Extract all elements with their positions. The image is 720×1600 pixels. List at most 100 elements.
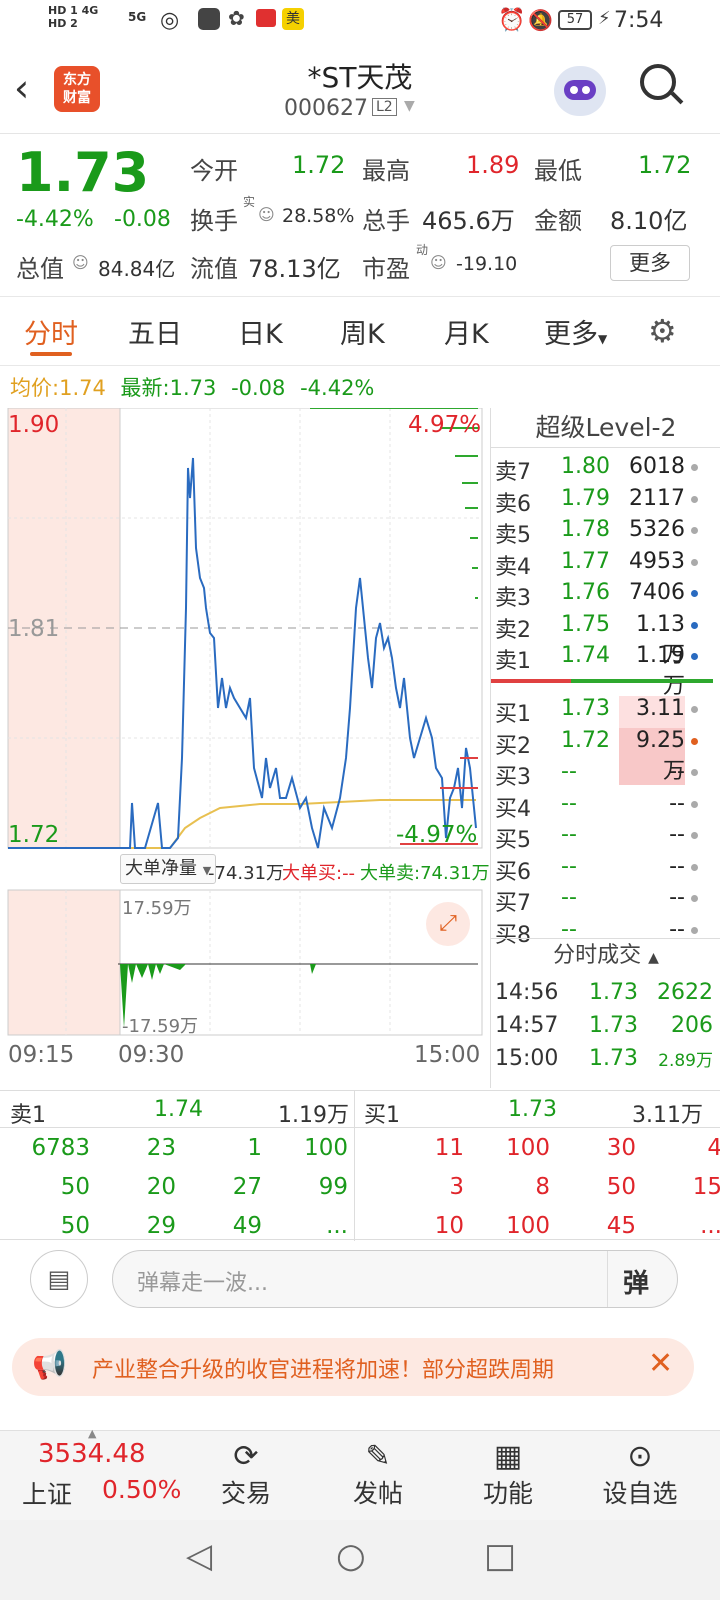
tab-five-day[interactable]: 五日 [128, 312, 182, 351]
info-icon[interactable]: ☺ [72, 253, 89, 272]
battery-level: 57 [566, 12, 584, 27]
big-buy: 大单买:-- [282, 863, 356, 884]
robot-avatar-icon[interactable] [554, 66, 606, 116]
search-icon[interactable] [640, 64, 684, 106]
buy-queue-cell: 4 [707, 1135, 720, 1161]
y-axis-mid: 1.81 [8, 616, 60, 642]
turnover-sup: 实 [243, 195, 256, 209]
app-logo[interactable]: 东方 财富 [54, 66, 100, 112]
charging-icon: ⚡ [598, 8, 611, 29]
index-name: 上证 [22, 1480, 73, 1509]
amount-value: 8.10亿 [610, 207, 688, 235]
ask-bid-divider-red [491, 679, 571, 683]
level2-panel: 超级Level-2 卖7 1.80 6018 卖6 1.79 2117 卖5 1.78 5326… [490, 408, 720, 1088]
logo-text-1: 东方 [63, 72, 91, 88]
ask-row[interactable]: 卖4 1.77 4953 [491, 549, 720, 580]
order-dot-icon [691, 464, 698, 471]
bid-volume: -- [669, 853, 685, 879]
buy-queue-cell: 3 [449, 1174, 464, 1200]
ask-label: 卖4 [495, 554, 531, 580]
collapse-icon: ▲ [648, 950, 659, 966]
nav-add-watchlist[interactable]: ⊙ 设自选 [590, 1439, 690, 1510]
system-nav-bar: ◁ ○ □ [0, 1520, 720, 1600]
settings-gear-icon[interactable]: ⚙ [648, 312, 677, 350]
tab-more[interactable]: 更多▼ [544, 312, 607, 351]
order-dot-icon [691, 863, 698, 871]
index-percent: 0.50% [102, 1475, 182, 1504]
close-icon[interactable]: ✕ [648, 1346, 673, 1381]
turnover-label: 换手 [190, 207, 238, 235]
bid-row[interactable]: 买2 1.72 9.25万 [491, 727, 720, 785]
more-button[interactable]: 更多 [610, 245, 690, 281]
bid-row[interactable]: 买7 -- -- [491, 885, 720, 916]
ask-row[interactable]: 卖3 1.76 7406 [491, 580, 720, 611]
buy-queue-cell: 11 [434, 1135, 464, 1161]
y-axis-top: 1.90 [8, 412, 60, 438]
ask-row[interactable]: 卖5 1.78 5326 [491, 517, 720, 548]
bid-row[interactable]: 买11.733.11万 [491, 696, 720, 753]
ask-volume: 2117 [629, 485, 685, 511]
ask-label: 卖6 [495, 491, 531, 517]
ask-price: 1.74 [561, 643, 610, 668]
info-icon[interactable]: ☺ [430, 253, 447, 272]
dropdown-icon[interactable]: ▼ [404, 98, 415, 114]
alarm-icon: ⏰ [498, 8, 526, 33]
trades-header[interactable]: 分时成交 ▲ [491, 938, 720, 972]
bid-row[interactable]: 买3 -- -- [491, 759, 720, 790]
trade-time: 14:56 [495, 980, 559, 1005]
low-value: 1.72 [638, 151, 692, 179]
edit-icon: ✎ [365, 1439, 391, 1474]
ask-row[interactable]: 卖1 1.74 1.19万 [491, 643, 720, 699]
back-arrow-icon[interactable]: ‹ [14, 66, 29, 110]
intraday-chart[interactable]: 1.90 1.81 1.72 4.97% -4.97% 大单净量 ▼ -74.3… [0, 408, 490, 1088]
tab-intraday[interactable]: 分时 [24, 312, 78, 351]
note-icon[interactable]: ▤ [30, 1250, 88, 1308]
trade-price: 1.73 [589, 980, 638, 1005]
change-amount: -0.08 [114, 207, 171, 232]
home-circle-icon[interactable]: ○ [336, 1536, 366, 1576]
bid-row[interactable]: 买6 -- -- [491, 853, 720, 885]
latest-label: 最新: [120, 376, 170, 400]
y-axis-bottom: 1.72 [8, 822, 60, 848]
pe-value: -19.10 [456, 253, 518, 275]
tab-daily-k[interactable]: 日K [238, 312, 283, 351]
battery-icon: 57 [558, 10, 592, 30]
trade-time: 14:57 [495, 1013, 559, 1038]
ask-row[interactable]: 卖6 1.79 2117 [491, 485, 720, 517]
sell-queue-cell: 1 [247, 1135, 262, 1161]
order-dot-icon [691, 706, 698, 713]
sell-queue-cell: 29 [146, 1213, 176, 1239]
more-circle-icon: ⊙ [627, 1439, 653, 1474]
nav-function[interactable]: ▦ 功能 [458, 1439, 558, 1510]
recents-square-icon[interactable]: □ [484, 1536, 516, 1576]
bid-row[interactable]: 买4 -- -- [491, 791, 720, 822]
ask-row[interactable]: 卖7 1.80 6018 [491, 454, 720, 485]
bid-label: 买1 [495, 702, 531, 727]
danmu-send-button[interactable]: 弹 [623, 1263, 649, 1300]
network-5g: 5G [128, 10, 147, 24]
bottom-nav: ▲ 3534.48 上证 0.50% ⟳ 交易 ✎ 发帖 ▦ 功能 ⊙ 设自选 [0, 1427, 720, 1520]
news-banner[interactable]: 📢 产业整合升级的收官进程将加速！部分超跌周期 ✕ [12, 1338, 694, 1396]
buy-queue-cell: 30 [606, 1135, 636, 1161]
index-value[interactable]: 3534.48 [38, 1439, 146, 1469]
ask-row[interactable]: 卖2 1.75 1.13万 [491, 612, 720, 668]
tab-monthly-k[interactable]: 月K [444, 312, 489, 351]
bid-row[interactable]: 买5 -- -- [491, 822, 720, 853]
banner-text: 产业整合升级的收官进程将加速！部分超跌周期 [92, 1358, 555, 1383]
danmu-input[interactable]: 弹幕走一波... 弹 [112, 1250, 678, 1308]
megaphone-icon: 📢 [32, 1348, 67, 1381]
tab-weekly-k[interactable]: 周K [340, 312, 385, 351]
level2-title[interactable]: 超级Level-2 [491, 408, 720, 448]
back-triangle-icon[interactable]: ◁ [186, 1536, 212, 1576]
ask-label: 卖5 [495, 523, 531, 548]
avg-value: 1.74 [59, 376, 106, 400]
bid-price: -- [561, 759, 577, 784]
nav-post[interactable]: ✎ 发帖 [328, 1439, 428, 1510]
sub-indicator-select[interactable]: 大单净量 ▼ [120, 854, 217, 884]
nav-trade[interactable]: ⟳ 交易 [196, 1439, 296, 1510]
info-icon[interactable]: ☺ [258, 205, 275, 224]
trade-icon: ⟳ [233, 1439, 259, 1474]
avg-line-info: 均价:1.74 最新:1.73 -0.08 -4.42% [10, 372, 374, 402]
time-close: 15:00 [414, 1042, 481, 1068]
expand-icon[interactable]: ⤢ [426, 902, 470, 946]
